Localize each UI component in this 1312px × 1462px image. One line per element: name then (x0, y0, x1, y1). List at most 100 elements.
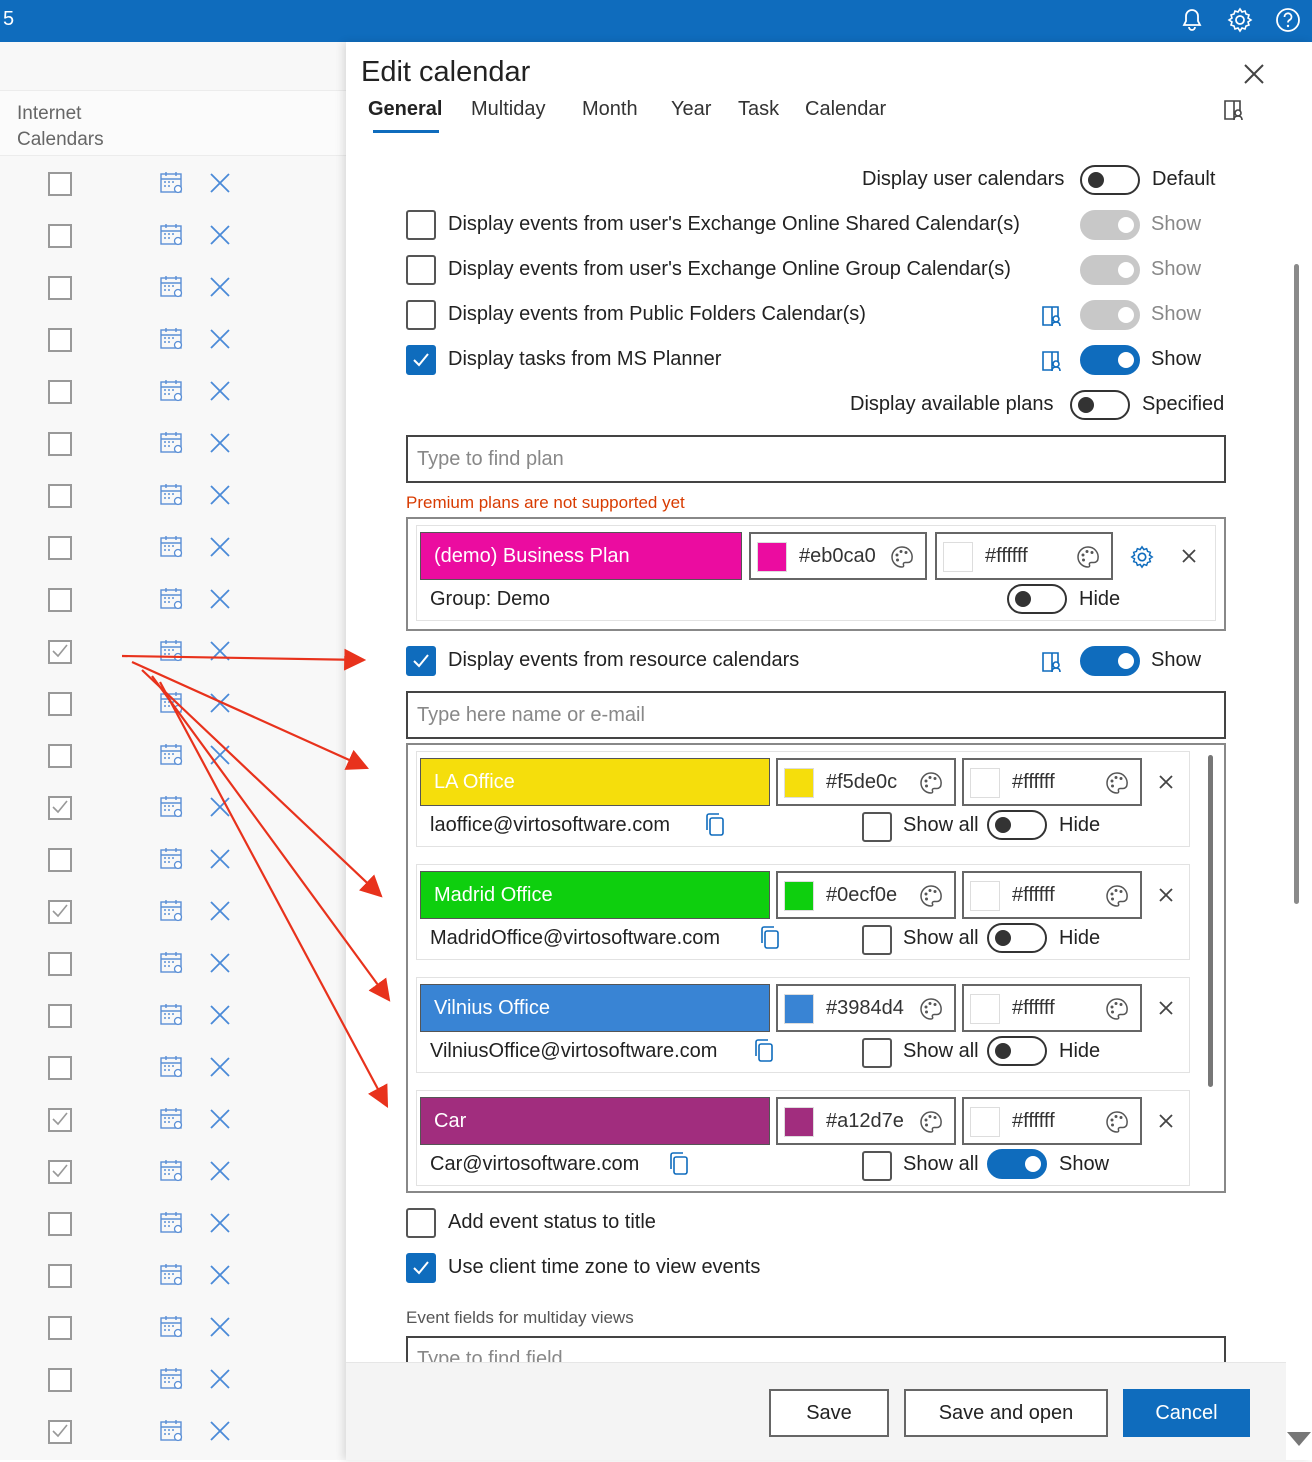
calendar-settings-icon[interactable] (159, 1366, 185, 1397)
palette-icon[interactable] (918, 1109, 944, 1141)
calendar-row-checkbox[interactable] (48, 328, 72, 352)
resource-visibility-toggle[interactable] (987, 1149, 1047, 1179)
calendar-row-checkbox[interactable] (48, 1420, 72, 1444)
calendar-settings-icon[interactable] (159, 1314, 185, 1345)
calendar-remove-icon[interactable] (208, 639, 232, 668)
tab-month[interactable]: Month (582, 98, 638, 121)
calendar-row-checkbox[interactable] (48, 484, 72, 508)
calendar-row-checkbox[interactable] (48, 224, 72, 248)
calendar-settings-icon[interactable] (159, 1158, 185, 1189)
calendar-settings-icon[interactable] (159, 378, 185, 409)
resource-visibility-toggle[interactable] (987, 923, 1047, 953)
calendar-remove-icon[interactable] (208, 535, 232, 564)
palette-icon[interactable] (918, 770, 944, 802)
calendar-row-checkbox[interactable] (48, 1264, 72, 1288)
save-button[interactable]: Save (769, 1389, 889, 1437)
resource-bg-color-picker[interactable]: #a12d7e (776, 1097, 956, 1145)
plan-text-color-picker[interactable]: #ffffff (935, 532, 1113, 580)
calendar-row-checkbox[interactable] (48, 900, 72, 924)
calendar-remove-icon[interactable] (208, 743, 232, 772)
palette-icon[interactable] (889, 544, 915, 576)
shared-calendars-checkbox[interactable] (406, 210, 436, 240)
resource-remove-icon[interactable] (1158, 1113, 1174, 1134)
calendar-settings-icon[interactable] (159, 1106, 185, 1137)
ms-planner-checkbox[interactable] (406, 345, 436, 375)
resource-visibility-toggle[interactable] (987, 810, 1047, 840)
tab-year[interactable]: Year (671, 98, 711, 121)
close-icon[interactable] (1242, 62, 1266, 91)
calendar-row-checkbox[interactable] (48, 1056, 72, 1080)
calendar-settings-icon[interactable] (159, 1210, 185, 1241)
show-all-checkbox[interactable] (862, 1038, 892, 1068)
copy-icon[interactable] (667, 1151, 691, 1182)
resource-text-color-picker[interactable]: #ffffff (962, 1097, 1142, 1145)
scroll-down-arrow[interactable] (1287, 1432, 1311, 1446)
palette-icon[interactable] (1104, 883, 1130, 915)
palette-icon[interactable] (918, 996, 944, 1028)
resource-bg-color-picker[interactable]: #0ecf0e (776, 871, 956, 919)
calendar-remove-icon[interactable] (208, 1367, 232, 1396)
calendar-settings-icon[interactable] (159, 1054, 185, 1085)
palette-icon[interactable] (1104, 1109, 1130, 1141)
palette-icon[interactable] (1104, 996, 1130, 1028)
plan-visibility-toggle[interactable] (1007, 584, 1067, 614)
resource-visibility-toggle[interactable] (987, 1036, 1047, 1066)
resource-book-icon[interactable] (1040, 650, 1064, 679)
book-user-icon[interactable] (1222, 98, 1246, 127)
calendar-row-checkbox[interactable] (48, 432, 72, 456)
resource-text-color-picker[interactable]: #ffffff (962, 871, 1142, 919)
calendar-remove-icon[interactable] (208, 1055, 232, 1084)
dialog-scrollbar[interactable] (1294, 264, 1299, 904)
calendar-settings-icon[interactable] (159, 222, 185, 253)
show-all-checkbox[interactable] (862, 1151, 892, 1181)
group-calendars-toggle[interactable] (1080, 255, 1140, 285)
calendar-row-checkbox[interactable] (48, 536, 72, 560)
public-folders-toggle[interactable] (1080, 300, 1140, 330)
calendar-row-checkbox[interactable] (48, 640, 72, 664)
calendar-settings-icon[interactable] (159, 950, 185, 981)
calendar-remove-icon[interactable] (208, 691, 232, 720)
calendar-settings-icon[interactable] (159, 1418, 185, 1449)
calendar-row-checkbox[interactable] (48, 380, 72, 404)
palette-icon[interactable] (918, 883, 944, 915)
plan-settings-gear-icon[interactable] (1129, 544, 1155, 575)
calendar-remove-icon[interactable] (208, 275, 232, 304)
resource-remove-icon[interactable] (1158, 1000, 1174, 1021)
public-folders-book-icon[interactable] (1040, 304, 1064, 333)
calendar-settings-icon[interactable] (159, 274, 185, 305)
calendar-row-checkbox[interactable] (48, 744, 72, 768)
resource-text-color-picker[interactable]: #ffffff (962, 984, 1142, 1032)
calendar-settings-icon[interactable] (159, 638, 185, 669)
gear-icon[interactable] (1226, 6, 1254, 34)
ms-planner-book-icon[interactable] (1040, 349, 1064, 378)
calendar-row-checkbox[interactable] (48, 952, 72, 976)
calendar-row-checkbox[interactable] (48, 1004, 72, 1028)
tab-general[interactable]: General (368, 98, 442, 121)
resource-remove-icon[interactable] (1158, 774, 1174, 795)
plan-remove-icon[interactable] (1181, 548, 1197, 569)
calendar-remove-icon[interactable] (208, 1211, 232, 1240)
calendar-remove-icon[interactable] (208, 587, 232, 616)
calendar-remove-icon[interactable] (208, 847, 232, 876)
plan-bg-color-picker[interactable]: #eb0ca0 (749, 532, 927, 580)
add-status-checkbox[interactable] (406, 1208, 436, 1238)
tab-task[interactable]: Task (738, 98, 779, 121)
bell-icon[interactable] (1178, 6, 1206, 34)
calendar-settings-icon[interactable] (159, 326, 185, 357)
calendar-remove-icon[interactable] (208, 1003, 232, 1032)
calendar-remove-icon[interactable] (208, 951, 232, 980)
display-available-plans-toggle[interactable] (1070, 390, 1130, 420)
show-all-checkbox[interactable] (862, 925, 892, 955)
calendar-settings-icon[interactable] (159, 742, 185, 773)
tab-calendar[interactable]: Calendar (805, 98, 886, 121)
calendar-settings-icon[interactable] (159, 534, 185, 565)
calendar-settings-icon[interactable] (159, 794, 185, 825)
shared-calendars-toggle[interactable] (1080, 210, 1140, 240)
calendar-settings-icon[interactable] (159, 482, 185, 513)
save-and-open-button[interactable]: Save and open (904, 1389, 1108, 1437)
calendar-row-checkbox[interactable] (48, 692, 72, 716)
calendar-remove-icon[interactable] (208, 899, 232, 928)
calendar-settings-icon[interactable] (159, 430, 185, 461)
calendar-settings-icon[interactable] (159, 170, 185, 201)
copy-icon[interactable] (703, 812, 727, 843)
